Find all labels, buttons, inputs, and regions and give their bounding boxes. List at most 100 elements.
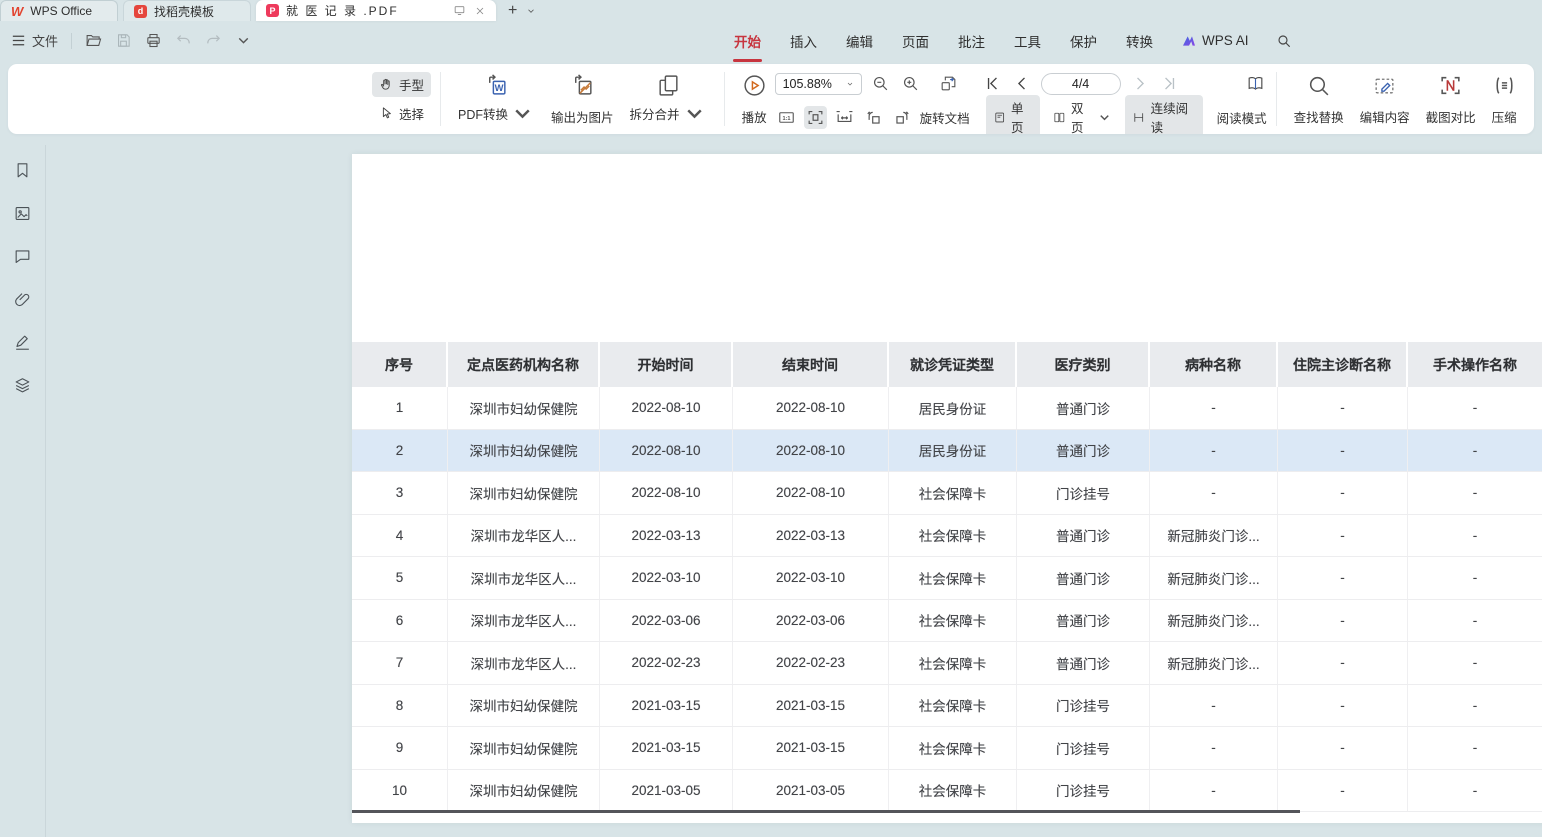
actual-size-icon: 1:1 <box>777 108 796 127</box>
select-tool-button[interactable]: 选择 <box>372 101 431 126</box>
menu-tab-insert[interactable]: 插入 <box>789 27 818 55</box>
table-cell: 2022-02-23 <box>600 642 733 684</box>
previous-page-button[interactable] <box>1011 72 1034 95</box>
new-tab-button[interactable]: + <box>508 3 517 19</box>
double-page-button[interactable]: 双页 <box>1046 95 1119 134</box>
zoom-in-button[interactable] <box>899 72 922 95</box>
comment-icon <box>13 247 32 266</box>
read-mode-button-icon[interactable] <box>1244 72 1267 95</box>
table-row[interactable]: 6深圳市龙华区人...2022-03-062022-03-06社会保障卡普通门诊… <box>352 600 1542 643</box>
tab-bar: W WPS Office d 找稻壳模板 P 就 医 记 录 .PDF + <box>0 0 1542 21</box>
single-page-button[interactable]: 单页 <box>986 95 1041 134</box>
fit-page-button[interactable] <box>804 106 827 129</box>
table-row[interactable]: 8深圳市妇幼保健院2021-03-152021-03-15社会保障卡门诊挂号--… <box>352 685 1542 728</box>
menu-tab-comment[interactable]: 批注 <box>957 27 986 55</box>
table-row[interactable]: 1深圳市妇幼保健院2022-08-102022-08-10居民身份证普通门诊--… <box>352 387 1542 430</box>
screenshot-compare-button[interactable]: 截图对比 <box>1418 70 1484 128</box>
medical-records-table: 序号定点医药机构名称开始时间结束时间就诊凭证类型医疗类别病种名称住院主诊断名称手… <box>352 342 1542 812</box>
table-cell: - <box>1408 430 1542 472</box>
next-page-button[interactable] <box>1128 72 1151 95</box>
menu-tab-protect[interactable]: 保护 <box>1069 27 1098 55</box>
left-panel-rail <box>0 145 46 837</box>
docer-icon: d <box>134 5 147 18</box>
table-row[interactable]: 7深圳市龙华区人...2022-02-232022-02-23社会保障卡普通门诊… <box>352 642 1542 685</box>
table-row[interactable]: 3深圳市妇幼保健院2022-08-102022-08-10社会保障卡门诊挂号--… <box>352 472 1542 515</box>
undo-button[interactable] <box>175 32 192 49</box>
continuous-read-button[interactable]: 连续阅读 <box>1125 95 1202 134</box>
chevron-down-icon <box>846 80 854 88</box>
quickbar-more-chevron[interactable] <box>235 32 252 49</box>
wps-ai-label: WPS AI <box>1202 33 1249 48</box>
split-merge-label: 拆分合并 <box>630 104 680 123</box>
sidebar-attachment-button[interactable] <box>12 288 34 310</box>
rotate-right-button[interactable] <box>891 106 914 129</box>
menu-tab-edit[interactable]: 编辑 <box>845 27 874 55</box>
menu-tab-convert[interactable]: 转换 <box>1125 27 1154 55</box>
find-replace-button[interactable]: 查找替换 <box>1286 70 1352 128</box>
close-tab-icon[interactable] <box>474 5 486 17</box>
zoom-out-button[interactable] <box>869 72 892 95</box>
compress-button[interactable]: 压缩 <box>1484 70 1525 128</box>
redo-button[interactable] <box>205 32 222 49</box>
table-cell: 社会保障卡 <box>889 600 1017 642</box>
page-indicator-input[interactable]: 4/4 <box>1041 73 1121 95</box>
table-row[interactable]: 9深圳市妇幼保健院2021-03-152021-03-15社会保障卡门诊挂号--… <box>352 727 1542 770</box>
wps-pdf-window: W WPS Office d 找稻壳模板 P 就 医 记 录 .PDF + <box>0 0 1542 837</box>
replace-pages-button[interactable] <box>937 72 960 95</box>
document-viewport[interactable]: 序号定点医药机构名称开始时间结束时间就诊凭证类型医疗类别病种名称住院主诊断名称手… <box>47 145 1542 837</box>
print-button[interactable] <box>145 32 162 49</box>
zoom-level-select[interactable]: 105.88% <box>775 73 862 95</box>
table-row[interactable]: 10深圳市妇幼保健院2021-03-052021-03-05社会保障卡门诊挂号-… <box>352 770 1542 813</box>
table-cell: 3 <box>352 472 448 514</box>
sidebar-layers-button[interactable] <box>12 374 34 396</box>
file-menu-button[interactable]: 文件 <box>10 31 58 50</box>
table-cell: - <box>1408 685 1542 727</box>
table-cell: - <box>1278 727 1408 769</box>
table-cell: 深圳市妇幼保健院 <box>448 770 600 812</box>
full-translate-button[interactable]: A文 全文翻译 <box>1529 72 1534 95</box>
single-page-icon <box>993 110 1006 125</box>
split-merge-button[interactable]: 拆分合并 <box>622 70 715 128</box>
table-header-cell: 医疗类别 <box>1017 342 1148 387</box>
first-page-button[interactable] <box>981 72 1004 95</box>
tab-wps-home[interactable]: W WPS Office <box>0 0 118 21</box>
word-translate-button[interactable]: 文A 划词翻译 <box>1529 103 1534 126</box>
table-header-cell: 住院主诊断名称 <box>1278 342 1406 387</box>
rotate-left-button[interactable] <box>862 106 885 129</box>
sidebar-comment-button[interactable] <box>12 245 34 267</box>
present-on-screen-icon[interactable] <box>453 4 466 17</box>
tab-list-chevron-icon[interactable] <box>526 6 536 16</box>
last-page-button[interactable] <box>1158 72 1181 95</box>
export-image-button[interactable]: 输出为图片 <box>543 70 622 128</box>
hand-tool-button[interactable]: 手型 <box>372 72 431 97</box>
tab-docer-templates[interactable]: d 找稻壳模板 <box>123 0 251 21</box>
pdf-convert-button[interactable]: W PDF转换 <box>450 70 543 128</box>
fit-width-button[interactable] <box>833 106 856 129</box>
table-cell: 新冠肺炎门诊... <box>1150 515 1278 557</box>
menu-tab-tools[interactable]: 工具 <box>1013 27 1042 55</box>
ribbon-search-button[interactable] <box>1276 33 1292 49</box>
tab-document-active[interactable]: P 就 医 记 录 .PDF <box>256 0 496 21</box>
table-row[interactable]: 2深圳市妇幼保健院2022-08-102022-08-10居民身份证普通门诊--… <box>352 430 1542 473</box>
menu-tab-home[interactable]: 开始 <box>733 27 762 55</box>
table-cell: 深圳市妇幼保健院 <box>448 685 600 727</box>
table-row[interactable]: 5深圳市龙华区人...2022-03-102022-03-10社会保障卡普通门诊… <box>352 557 1542 600</box>
table-row[interactable]: 4深圳市龙华区人...2022-03-132022-03-13社会保障卡普通门诊… <box>352 515 1542 558</box>
table-header-cell: 病种名称 <box>1150 342 1276 387</box>
table-cell: 9 <box>352 727 448 769</box>
wps-ai-button[interactable]: WPS AI <box>1181 33 1249 49</box>
actual-size-button[interactable]: 1:1 <box>775 106 798 129</box>
table-cell: 门诊挂号 <box>1017 472 1150 514</box>
sidebar-signature-button[interactable] <box>12 331 34 353</box>
table-cell: 2022-02-23 <box>733 642 889 684</box>
last-page-icon <box>1160 74 1179 93</box>
edit-content-button[interactable]: 编辑内容 <box>1352 70 1418 128</box>
open-file-button[interactable] <box>85 32 102 49</box>
play-button[interactable]: 播放 <box>734 70 775 128</box>
table-cell: 普通门诊 <box>1017 600 1150 642</box>
save-button[interactable] <box>115 32 132 49</box>
sidebar-thumbnail-button[interactable] <box>12 202 34 224</box>
sidebar-bookmark-button[interactable] <box>12 159 34 181</box>
zoom-level-value: 105.88% <box>783 77 832 91</box>
menu-tab-page[interactable]: 页面 <box>901 27 930 55</box>
